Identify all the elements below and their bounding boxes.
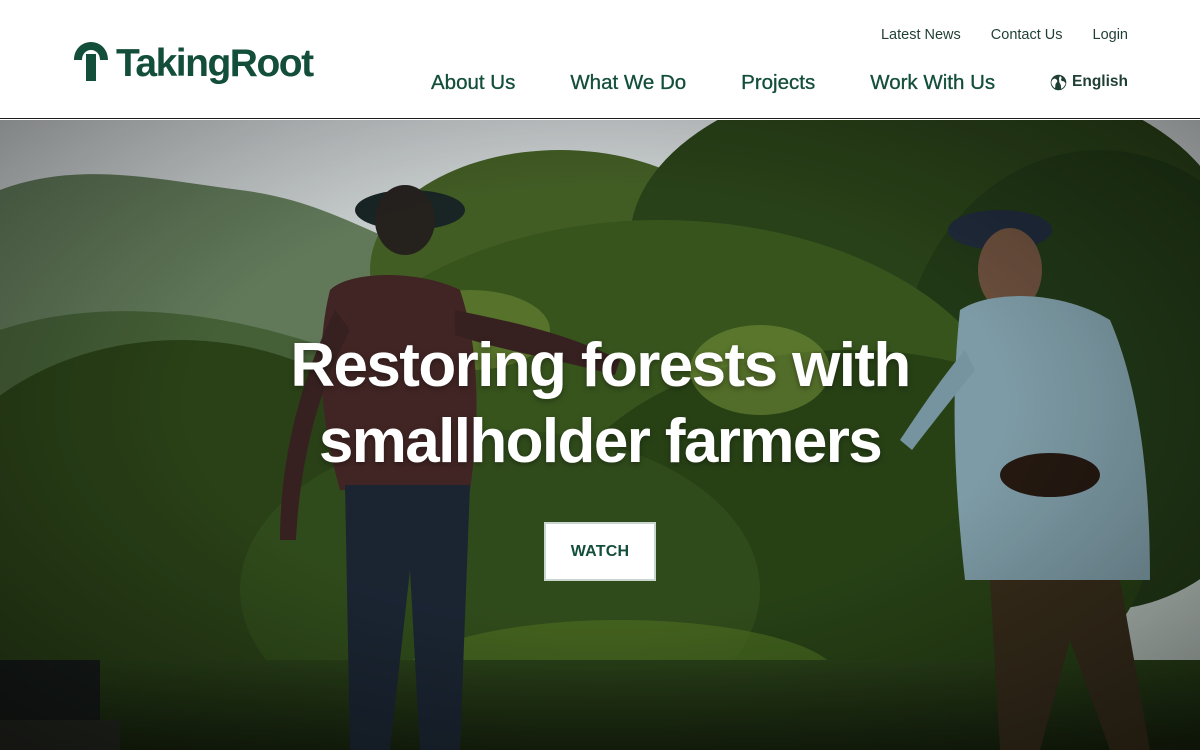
brand-logo[interactable]: TakingRoot: [72, 34, 314, 85]
site-header: TakingRoot Latest News Contact Us Login …: [0, 0, 1200, 119]
utility-nav: Latest News Contact Us Login: [881, 26, 1128, 44]
hero-title: Restoring forests with smallholder farme…: [0, 328, 1200, 480]
nav-item-projects[interactable]: Projects: [741, 70, 815, 96]
main-nav: About Us What We Do Projects Work With U…: [431, 70, 995, 96]
watch-button[interactable]: WATCH: [544, 522, 656, 581]
utility-link-login[interactable]: Login: [1093, 26, 1128, 44]
nav-item-work-with-us[interactable]: Work With Us: [870, 70, 995, 96]
globe-icon: [1050, 74, 1067, 90]
language-selector[interactable]: English: [1050, 73, 1128, 91]
utility-link-contact-us[interactable]: Contact Us: [991, 26, 1063, 44]
hero-title-line-2: smallholder farmers: [318, 407, 883, 476]
utility-link-latest-news[interactable]: Latest News: [881, 26, 961, 44]
nav-item-what-we-do[interactable]: What We Do: [570, 70, 686, 96]
sprout-logo-icon: [74, 42, 108, 81]
language-label: English: [1072, 73, 1128, 90]
nav-item-about-us[interactable]: About Us: [431, 70, 516, 96]
hero-title-line-1: Restoring forests with: [290, 331, 911, 400]
hero-section: Restoring forests with smallholder farme…: [0, 120, 1200, 750]
brand-name: TakingRoot: [116, 42, 314, 85]
